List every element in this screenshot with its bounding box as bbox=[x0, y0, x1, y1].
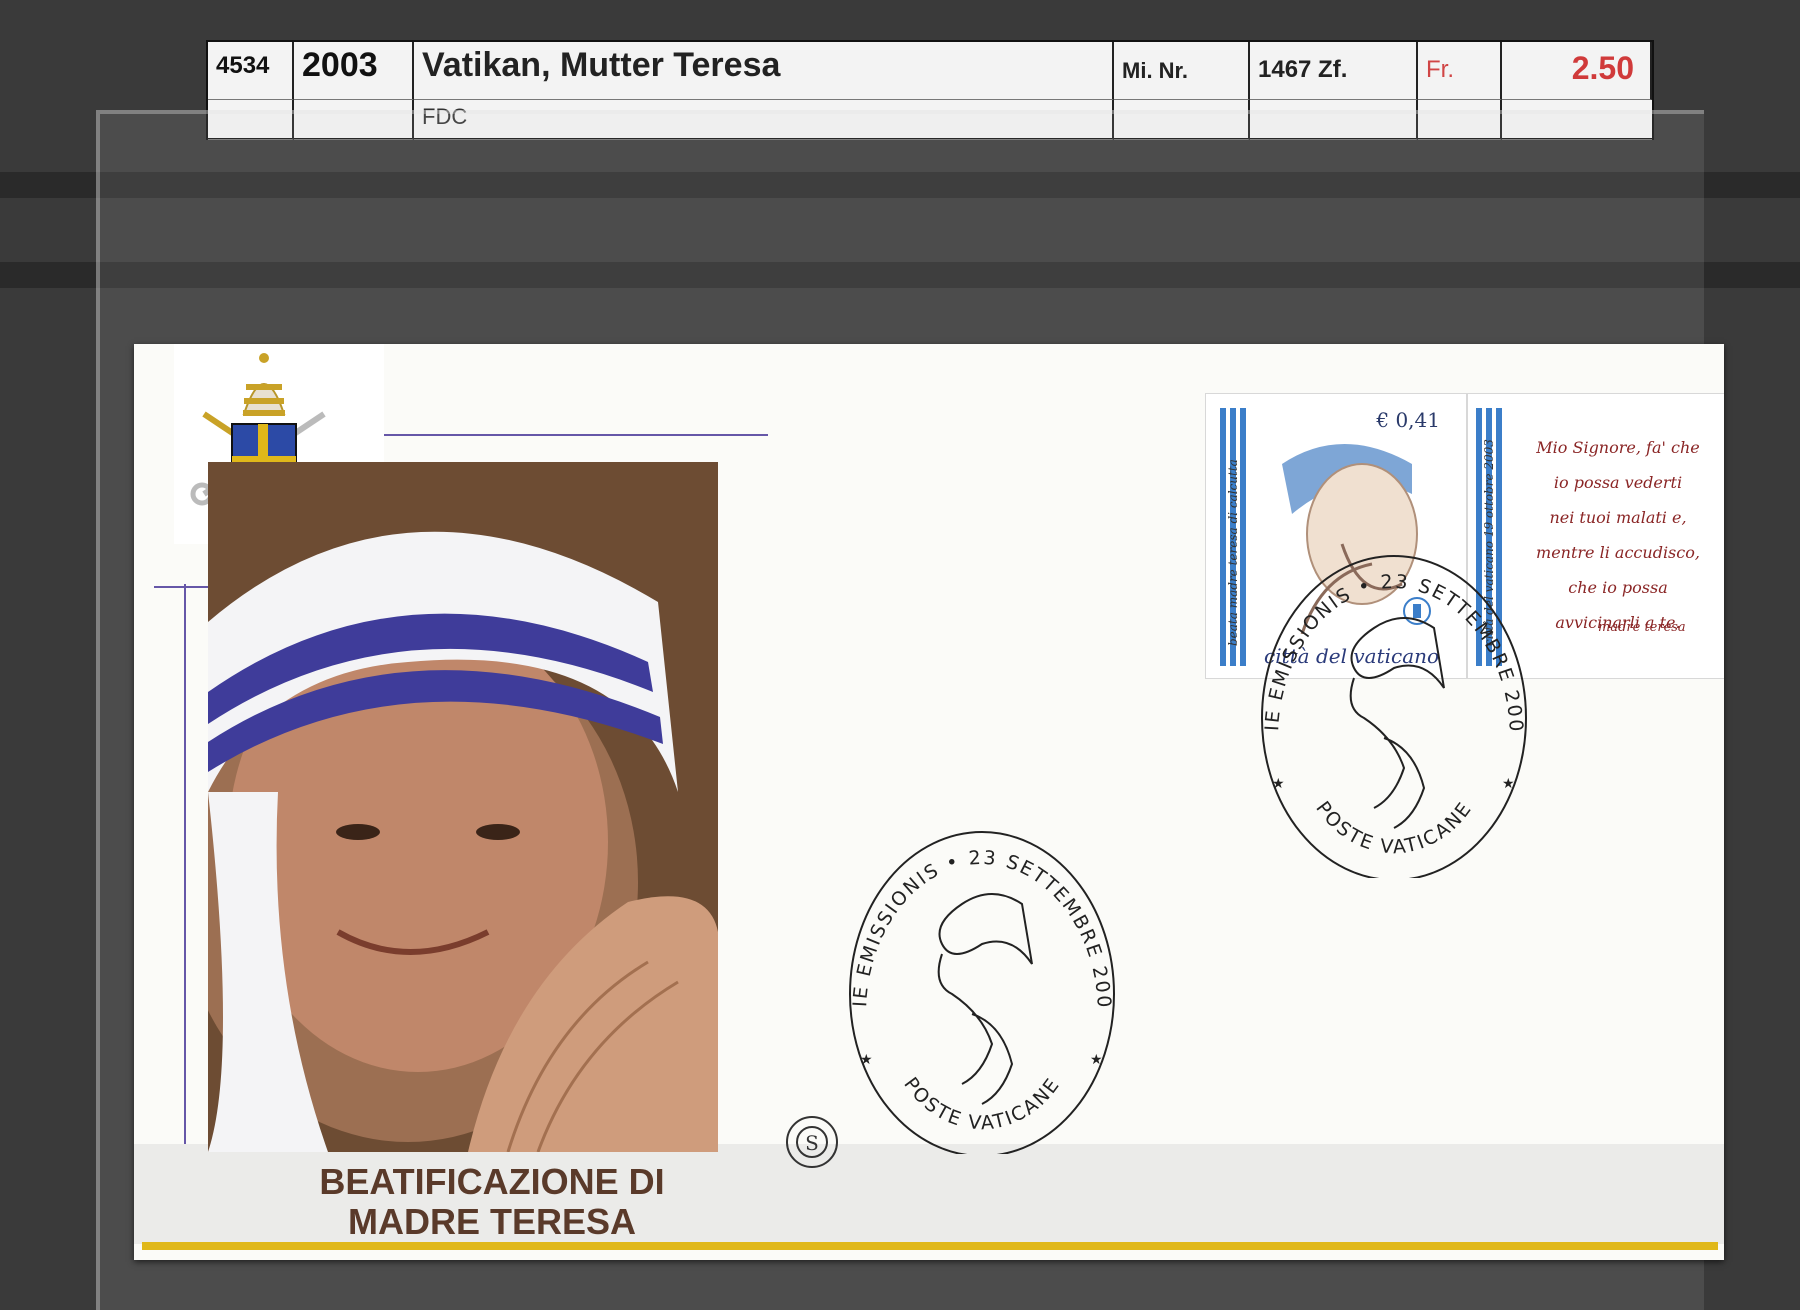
stamp-value: € 0,41 bbox=[1376, 408, 1440, 432]
label-price-cell: 2.50 bbox=[1502, 42, 1652, 100]
postmark-top-text: DIE EMISSIONIS • 23 SETTEMBRE 2003 bbox=[1244, 538, 1525, 734]
postmark-cancel: DIE EMISSIONIS • 23 SETTEMBRE 2003 POSTE… bbox=[832, 814, 1115, 1154]
label-price: 2.50 bbox=[1571, 50, 1634, 86]
cover-yellow-stripe bbox=[142, 1242, 1718, 1250]
svg-text:DIE EMISSIONIS • 23 SETTEMBRE: DIE EMISSIONIS • 23 SETTEMBRE 2003 bbox=[1244, 538, 1527, 734]
frame-line bbox=[184, 584, 186, 1144]
label-number: 4534 bbox=[216, 52, 270, 79]
portrait-photo bbox=[208, 462, 718, 1152]
cover-title: BEATIFICAZIONE DI MADRE TERESA bbox=[232, 1162, 752, 1242]
cover-title-line2: MADRE TERESA bbox=[347, 1201, 637, 1242]
postmark-star-icon: ★ bbox=[1090, 1051, 1103, 1067]
cover-title-line1: BEATIFICAZIONE DI bbox=[319, 1161, 665, 1202]
postmark-star-icon: ★ bbox=[1272, 775, 1285, 791]
postmark-cancel: DIE EMISSIONIS • 23 SETTEMBRE 2003 POSTE… bbox=[1244, 538, 1527, 878]
svg-text:DIE EMISSIONIS • 23 SETTEMBRE: DIE EMISSIONIS • 23 SETTEMBRE 2003 bbox=[832, 814, 1115, 1010]
label-catalog-prefix-cell: Mi. Nr. bbox=[1114, 42, 1250, 100]
label-year: 2003 bbox=[302, 46, 378, 84]
poem-line: io possa vederti bbox=[1553, 473, 1683, 492]
postmark-star-icon: ★ bbox=[860, 1051, 873, 1067]
poem-author: madre teresa bbox=[1598, 620, 1686, 635]
label-catalog-number-cell: 1467 Zf. bbox=[1250, 42, 1418, 100]
label-catalog-number: 1467 Zf. bbox=[1258, 56, 1348, 83]
postmark-top-text: DIE EMISSIONIS • 23 SETTEMBRE 2003 bbox=[832, 814, 1113, 1010]
frame-line bbox=[360, 434, 768, 436]
poem-line: nei tuoi malati e, bbox=[1549, 508, 1687, 527]
label-title-cell: Vatikan, Mutter Teresa bbox=[414, 42, 1114, 100]
poem-line: Mio Signore, fa' che bbox=[1536, 438, 1700, 457]
label-currency-cell: Fr. bbox=[1418, 42, 1502, 100]
label-number-cell: 4534 bbox=[208, 42, 294, 100]
portrait-illustration bbox=[208, 462, 718, 1152]
postmark-star-icon: ★ bbox=[1502, 775, 1515, 791]
label-currency: Fr. bbox=[1426, 56, 1454, 83]
label-title: Vatikan, Mutter Teresa bbox=[422, 46, 781, 84]
label-catalog-prefix: Mi. Nr. bbox=[1122, 58, 1189, 83]
printer-mark: S bbox=[805, 1131, 819, 1155]
first-day-cover: M BEATIFICAZIONE DI MADRE TERESA bbox=[134, 344, 1724, 1260]
label-year-cell: 2003 bbox=[294, 42, 414, 100]
stamp-vertical-text: beata madre teresa di calcutta bbox=[1226, 459, 1240, 646]
